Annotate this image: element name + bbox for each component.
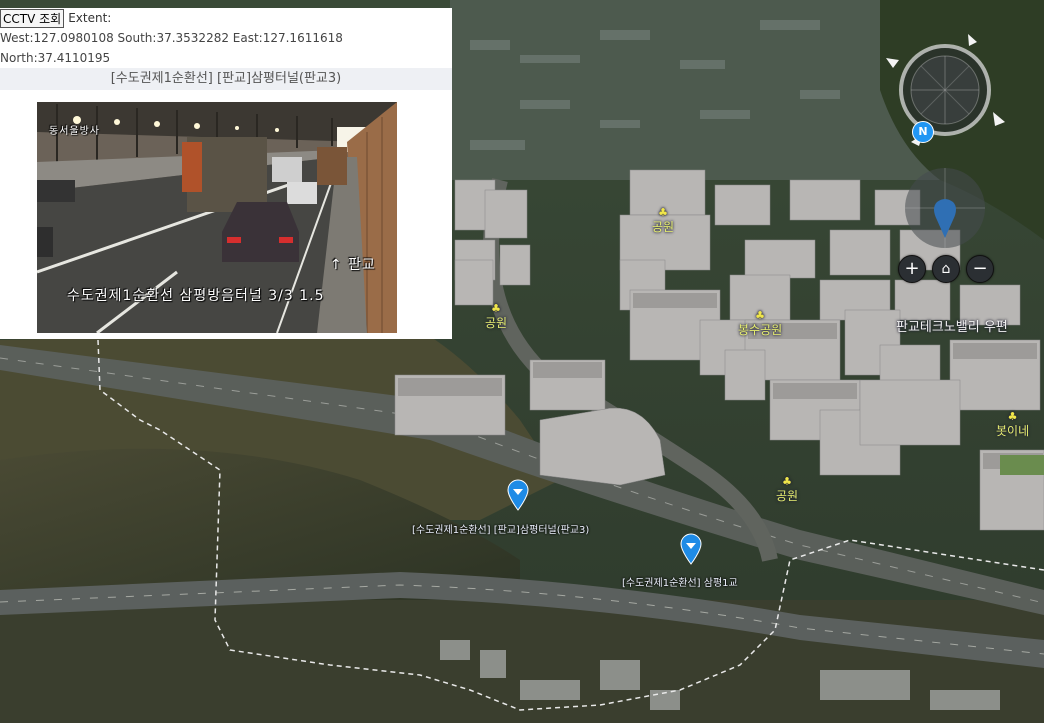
extent-label: Extent: [68, 11, 112, 25]
compass-letter: N [918, 125, 928, 138]
map-marker-icon [507, 479, 529, 511]
extent-bounds-line: West:127.0980108 South:37.3532282 East:1… [0, 31, 343, 45]
zoom-in-button[interactable]: + [898, 255, 926, 283]
zoom-in-icon: + [904, 258, 920, 279]
cctv-marker-label[interactable]: [수도권제1순환선] 삼평1교 [622, 574, 738, 589]
compass-icon[interactable] [885, 30, 1015, 260]
poi-label[interactable]: 판교테크노밸리 우편 [896, 316, 1008, 335]
cctv-marker[interactable] [680, 533, 702, 565]
park-label[interactable]: 공원 [652, 207, 674, 235]
zoom-out-button[interactable]: − [966, 255, 994, 283]
park-label[interactable]: 봉수공원 [738, 310, 782, 338]
cctv-query-button[interactable]: CCTV 조회 [0, 8, 65, 28]
video-corner-text: 동서울방사 [49, 126, 100, 137]
cctv-marker[interactable] [507, 479, 529, 511]
extent-header: CCTV 조회 Extent: [0, 8, 452, 28]
cctv-info-panel: CCTV 조회 Extent: West:127.0980108 South:3… [0, 8, 452, 339]
home-icon: ⌂ [941, 261, 951, 277]
extent-north-line: North:37.4110195 [0, 51, 111, 65]
video-caption: 수도권제1순환선 삼평방음터널 3/3 1.5 [67, 288, 325, 304]
park-label[interactable]: 공원 [485, 303, 507, 331]
navigation-control: N + ⌂ − [885, 30, 1015, 290]
map-marker-icon [680, 533, 702, 565]
north-arrow-icon[interactable]: N [912, 121, 934, 143]
cctv-marker-label[interactable]: [수도권제1순환선] [판교]삼평터널(판교3) [412, 521, 589, 536]
cctv-video-feed[interactable]: 동서울방사 ↑ 판교 수도권제1순환선 삼평방음터널 3/3 1.5 [37, 102, 397, 333]
poi-label[interactable]: 봇이네 [996, 411, 1029, 439]
zoom-out-icon: − [972, 258, 988, 279]
park-label[interactable]: 공원 [776, 476, 798, 504]
video-direction-label: ↑ 판교 [330, 257, 376, 273]
cctv-title: [수도권제1순환선] [판교]삼평터널(판교3) [0, 68, 452, 90]
home-button[interactable]: ⌂ [932, 255, 960, 283]
